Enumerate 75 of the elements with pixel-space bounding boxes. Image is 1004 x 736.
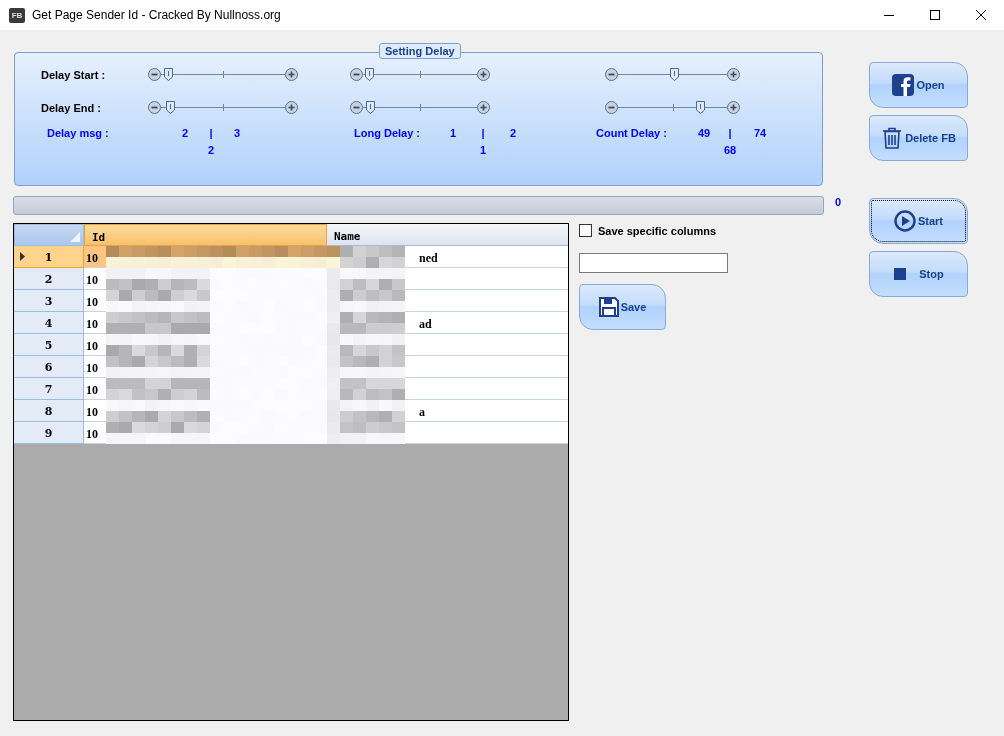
- row-header[interactable]: 9: [14, 422, 84, 444]
- panel-title: Setting Delay: [379, 43, 461, 59]
- row-number: 4: [44, 317, 53, 330]
- stat-label: Long Delay :: [354, 127, 421, 139]
- row-number: 1: [44, 251, 53, 264]
- row-number: 7: [44, 383, 53, 396]
- toolbar-button[interactable]: Start: [869, 198, 968, 244]
- slider-thumb[interactable]: [695, 101, 705, 114]
- minus-button[interactable]: [350, 101, 363, 114]
- max-value: 74: [752, 127, 768, 141]
- slider-thumb[interactable]: [165, 101, 175, 114]
- row-header[interactable]: 2: [14, 268, 84, 290]
- checkbox-label: Save specific columns: [598, 224, 716, 237]
- progress-count: 0: [835, 195, 842, 208]
- plus-button[interactable]: [727, 101, 740, 114]
- slider-thumb[interactable]: [365, 101, 375, 114]
- minus-button[interactable]: [350, 68, 363, 81]
- minus-button[interactable]: [148, 68, 161, 81]
- min-value: 49: [696, 127, 712, 141]
- checkbox[interactable]: [579, 224, 592, 237]
- maximize-icon: [930, 10, 940, 20]
- min-value: 2: [180, 127, 190, 141]
- toolbar-button[interactable]: Delete FB: [869, 115, 968, 161]
- separator: |: [480, 127, 486, 141]
- corner-triangle-icon: [70, 232, 80, 242]
- row-label: Delay Start :: [41, 68, 107, 81]
- max-value: 3: [232, 127, 242, 141]
- row-label: Delay End :: [41, 101, 102, 114]
- minus-button[interactable]: [605, 68, 618, 81]
- current-value: 1: [478, 144, 488, 158]
- toolbar-button[interactable]: Stop: [869, 251, 968, 297]
- row-number: 2: [44, 273, 53, 286]
- minus-button[interactable]: [605, 101, 618, 114]
- separator: |: [727, 127, 733, 141]
- slider-thumb[interactable]: [364, 68, 374, 81]
- plus-button[interactable]: [727, 68, 740, 81]
- toolbar-button[interactable]: Open: [869, 62, 968, 108]
- stat-label: Delay msg :: [47, 127, 110, 139]
- save-button[interactable]: Save: [579, 284, 666, 330]
- separator: |: [208, 127, 214, 141]
- row-header[interactable]: 6: [14, 356, 84, 378]
- close-icon: [976, 10, 986, 20]
- row-header[interactable]: 8: [14, 400, 84, 422]
- stat-label: Count Delay :: [596, 127, 668, 139]
- row-header[interactable]: 1: [14, 246, 84, 268]
- trash-icon: [881, 127, 904, 149]
- play-icon: [893, 210, 916, 232]
- app-icon: FB: [9, 7, 25, 23]
- row-header[interactable]: 5: [14, 334, 84, 356]
- slider-thumb[interactable]: [164, 68, 174, 81]
- plus-button[interactable]: [477, 68, 490, 81]
- row-header[interactable]: 7: [14, 378, 84, 400]
- row-number: 9: [44, 427, 53, 440]
- plus-button[interactable]: [477, 101, 490, 114]
- min-value: 1: [448, 127, 458, 141]
- input-field[interactable]: [579, 253, 728, 273]
- row-number: 6: [44, 361, 53, 374]
- plus-button[interactable]: [285, 101, 298, 114]
- column-header[interactable]: Id: [84, 224, 327, 246]
- row-number: 3: [44, 295, 53, 308]
- facebook-logo-icon: [892, 74, 915, 96]
- stop-icon: [893, 267, 908, 281]
- current-value: 2: [206, 144, 216, 158]
- window-title: Get Page Sender Id - Cracked By Nullnoss.org: [32, 8, 282, 22]
- row-header[interactable]: 4: [14, 312, 84, 334]
- slider-thumb[interactable]: [669, 68, 679, 81]
- column-header[interactable]: Name: [327, 224, 568, 246]
- row-number: 5: [44, 339, 53, 352]
- row-header[interactable]: 3: [14, 290, 84, 312]
- current-value: 68: [722, 144, 738, 158]
- row-number: 8: [44, 405, 53, 418]
- plus-button[interactable]: [285, 68, 298, 81]
- minus-button[interactable]: [148, 101, 161, 114]
- row-pointer-icon: [20, 252, 25, 261]
- max-value: 2: [508, 127, 518, 141]
